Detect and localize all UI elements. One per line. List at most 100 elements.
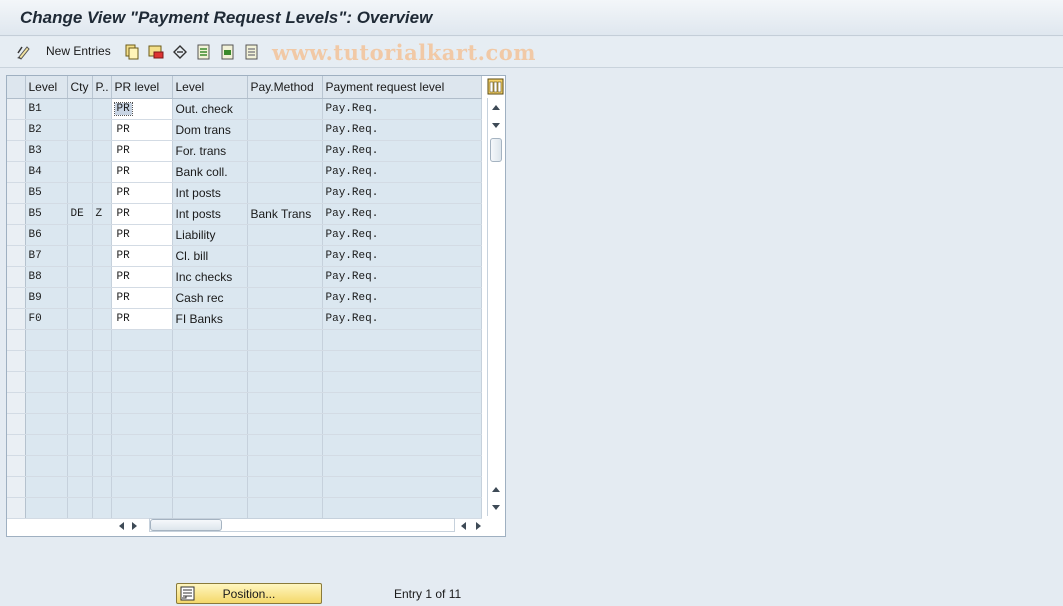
display-change-icon[interactable] bbox=[16, 44, 32, 60]
empty-cell bbox=[322, 392, 482, 414]
cell-pr-level[interactable]: PR bbox=[111, 161, 173, 183]
pr-level-value[interactable]: PR bbox=[115, 250, 132, 262]
delete-icon[interactable] bbox=[148, 44, 164, 60]
row-selector[interactable] bbox=[7, 203, 26, 225]
scroll-page-down-icon[interactable] bbox=[492, 505, 500, 510]
row-selector[interactable] bbox=[7, 224, 26, 246]
copy-icon[interactable] bbox=[124, 44, 140, 60]
table-row[interactable]: B5 PR Int posts Pay.Req. bbox=[7, 182, 482, 204]
horizontal-scrollbar[interactable] bbox=[115, 516, 489, 534]
cell-cty bbox=[67, 308, 93, 330]
row-selector[interactable] bbox=[7, 161, 26, 183]
row-selector[interactable] bbox=[7, 245, 26, 267]
cell-cty bbox=[67, 287, 93, 309]
table-settings-icon[interactable] bbox=[487, 78, 504, 95]
vertical-scroll-thumb[interactable] bbox=[490, 138, 502, 162]
column-header-payment-request-level[interactable]: Payment request level bbox=[322, 76, 482, 99]
horizontal-scroll-track[interactable] bbox=[149, 518, 455, 532]
column-header-level[interactable]: Level bbox=[25, 76, 68, 99]
empty-cell bbox=[322, 350, 482, 372]
pr-level-value[interactable]: PR bbox=[115, 208, 132, 220]
scroll-right-end-icon[interactable] bbox=[476, 522, 481, 530]
row-selector[interactable] bbox=[7, 413, 26, 435]
table-row[interactable]: B3 PR For. trans Pay.Req. bbox=[7, 140, 482, 162]
pr-level-value[interactable]: PR bbox=[115, 124, 132, 136]
table-row[interactable]: F0 PR FI Banks Pay.Req. bbox=[7, 308, 482, 330]
cell-pr-level[interactable]: PR bbox=[111, 98, 173, 120]
column-header-pr-level[interactable]: PR level bbox=[111, 76, 173, 99]
select-all-rows[interactable] bbox=[7, 76, 26, 99]
row-selector[interactable] bbox=[7, 476, 26, 498]
row-selector[interactable] bbox=[7, 392, 26, 414]
deselect-all-icon[interactable] bbox=[244, 44, 260, 60]
cell-level-text: Int posts bbox=[172, 182, 248, 204]
cell-pr-level[interactable]: PR bbox=[111, 224, 173, 246]
row-selector[interactable] bbox=[7, 119, 26, 141]
row-selector[interactable] bbox=[7, 287, 26, 309]
new-entries-button[interactable]: New Entries bbox=[46, 44, 111, 58]
table-row[interactable]: B4 PR Bank coll. Pay.Req. bbox=[7, 161, 482, 183]
cell-pr-level[interactable]: PR bbox=[111, 245, 173, 267]
cell-pr-level[interactable]: PR bbox=[111, 266, 173, 288]
scroll-left-icon[interactable] bbox=[119, 522, 124, 530]
cell-pr-level[interactable]: PR bbox=[111, 140, 173, 162]
cell-pay-method: Bank Trans bbox=[247, 203, 323, 225]
horizontal-scroll-thumb[interactable] bbox=[150, 519, 222, 531]
cell-pr-level[interactable]: PR bbox=[111, 203, 173, 225]
row-selector[interactable] bbox=[7, 350, 26, 372]
scroll-up-icon[interactable] bbox=[492, 105, 500, 110]
empty-cell bbox=[111, 350, 173, 372]
pr-level-value[interactable]: PR bbox=[115, 166, 132, 178]
pr-level-value[interactable]: PR bbox=[115, 313, 132, 325]
vertical-scrollbar[interactable] bbox=[487, 98, 505, 516]
scroll-down-icon[interactable] bbox=[492, 123, 500, 128]
table-row[interactable]: B8 PR Inc checks Pay.Req. bbox=[7, 266, 482, 288]
table-row[interactable]: B7 PR Cl. bill Pay.Req. bbox=[7, 245, 482, 267]
cell-pr-level[interactable]: PR bbox=[111, 182, 173, 204]
row-selector[interactable] bbox=[7, 329, 26, 351]
table-row[interactable]: B9 PR Cash rec Pay.Req. bbox=[7, 287, 482, 309]
pr-level-value[interactable]: PR bbox=[115, 145, 132, 157]
cell-pr-level[interactable]: PR bbox=[111, 119, 173, 141]
cell-payment-request-level: Pay.Req. bbox=[322, 203, 482, 225]
row-selector[interactable] bbox=[7, 434, 26, 456]
empty-cell bbox=[172, 371, 248, 393]
table-row[interactable]: B1 PR Out. check Pay.Req. bbox=[7, 98, 482, 120]
scroll-page-up-icon[interactable] bbox=[492, 487, 500, 492]
select-block-icon[interactable] bbox=[220, 44, 236, 60]
cell-pay-method bbox=[247, 98, 323, 120]
undo-icon[interactable] bbox=[172, 44, 188, 60]
column-header-p[interactable]: P.. bbox=[92, 76, 112, 99]
table-header-row: Level Cty P.. PR level Level Pay.Method … bbox=[7, 76, 482, 99]
pr-level-value[interactable]: PR bbox=[115, 292, 132, 304]
row-selector[interactable] bbox=[7, 98, 26, 120]
table-row[interactable]: B5 DE Z PR Int posts Bank Trans Pay.Req. bbox=[7, 203, 482, 225]
row-selector[interactable] bbox=[7, 497, 26, 519]
empty-cell bbox=[67, 350, 93, 372]
empty-cell bbox=[92, 434, 112, 456]
row-selector[interactable] bbox=[7, 182, 26, 204]
table-row[interactable]: B2 PR Dom trans Pay.Req. bbox=[7, 119, 482, 141]
column-header-cty[interactable]: Cty bbox=[67, 76, 93, 99]
row-selector[interactable] bbox=[7, 308, 26, 330]
empty-cell bbox=[25, 413, 68, 435]
pr-level-value[interactable]: PR bbox=[115, 229, 132, 241]
empty-cell bbox=[172, 434, 248, 456]
scroll-right-icon[interactable] bbox=[132, 522, 137, 530]
cell-pr-level[interactable]: PR bbox=[111, 308, 173, 330]
pr-level-value[interactable]: PR bbox=[113, 101, 133, 116]
row-selector[interactable] bbox=[7, 140, 26, 162]
select-all-icon[interactable] bbox=[196, 44, 212, 60]
position-button[interactable]: Position... bbox=[176, 583, 322, 604]
column-header-pay-method[interactable]: Pay.Method bbox=[247, 76, 323, 99]
scroll-left-end-icon[interactable] bbox=[461, 522, 466, 530]
row-selector[interactable] bbox=[7, 371, 26, 393]
cell-pr-level[interactable]: PR bbox=[111, 287, 173, 309]
empty-cell bbox=[67, 413, 93, 435]
pr-level-value[interactable]: PR bbox=[115, 187, 132, 199]
column-header-level-text[interactable]: Level bbox=[172, 76, 248, 99]
table-row[interactable]: B6 PR Liability Pay.Req. bbox=[7, 224, 482, 246]
row-selector[interactable] bbox=[7, 266, 26, 288]
pr-level-value[interactable]: PR bbox=[115, 271, 132, 283]
row-selector[interactable] bbox=[7, 455, 26, 477]
